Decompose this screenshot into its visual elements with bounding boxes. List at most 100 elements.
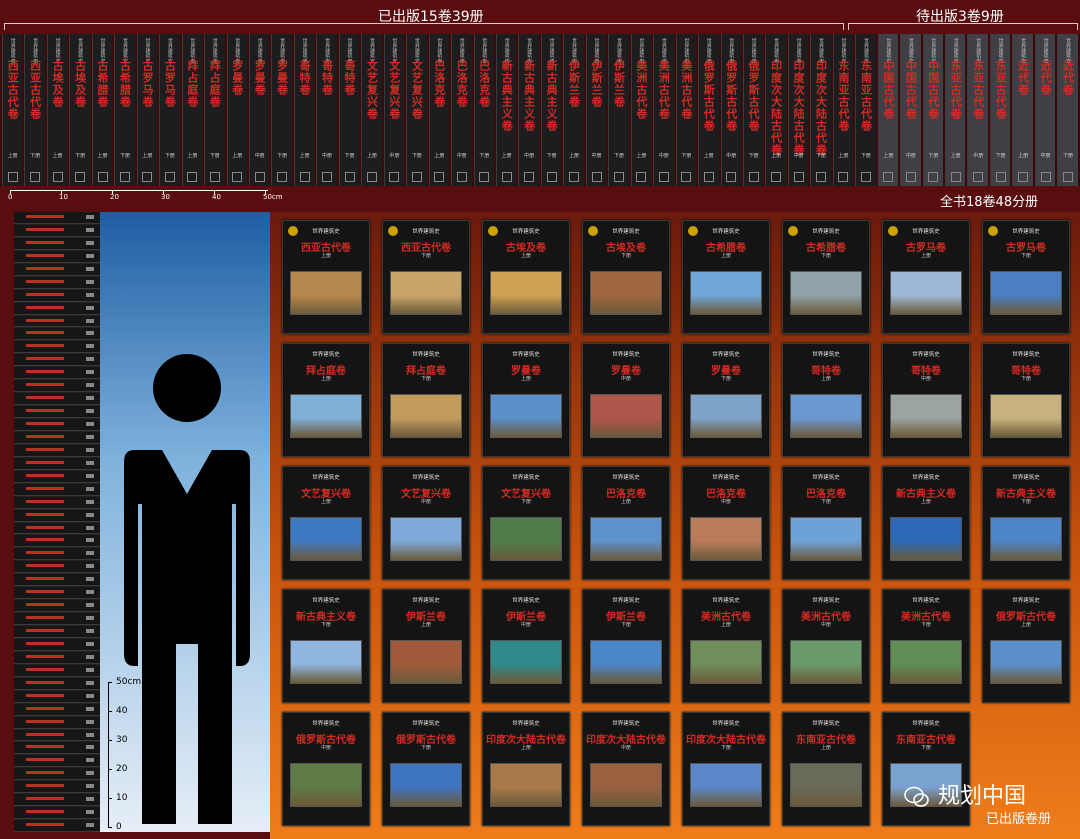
publisher-logo-icon <box>838 172 849 182</box>
building-photo <box>390 517 462 561</box>
building-photo <box>690 271 762 315</box>
stacked-book <box>14 496 100 509</box>
ruler-tick-label: 0 <box>8 193 13 201</box>
building-photo <box>890 640 962 684</box>
cover-volume: 中册 <box>920 376 931 382</box>
stacked-book <box>14 250 100 263</box>
book-spine: 世界建筑史 西亚古代卷 上册 <box>2 34 23 186</box>
cover-volume: 上册 <box>520 253 531 259</box>
building-photo <box>590 763 662 807</box>
publisher-logo-icon <box>905 172 916 182</box>
spine-volume: 上册 <box>232 153 243 159</box>
building-photo <box>490 640 562 684</box>
cover-series: 世界建筑史 <box>1012 598 1040 604</box>
spine-title: 古希腊卷 <box>96 60 110 108</box>
building-photo <box>390 763 462 807</box>
publisher-logo-icon <box>613 172 624 182</box>
spine-volume: 下册 <box>30 153 41 159</box>
cover-series: 世界建筑史 <box>512 598 540 604</box>
spine-title: 古埃及卷 <box>51 60 65 108</box>
book-spine: 世界建筑史 拜占庭卷 上册 <box>181 34 203 186</box>
spine-volume: 上册 <box>142 153 153 159</box>
stacked-book <box>14 677 100 690</box>
building-photo <box>290 517 362 561</box>
book-spine: 世界建筑史 文艺复兴卷 中册 <box>383 34 405 186</box>
stacked-book <box>14 690 100 703</box>
cover-volume: 上册 <box>420 622 431 628</box>
book-spine: 世界建筑史 东南亚古代卷 下册 <box>855 34 876 186</box>
book-spine: 世界建筑史 哥特卷 中册 <box>316 34 337 186</box>
publisher-logo-icon <box>793 172 804 182</box>
cover-series: 世界建筑史 <box>712 352 740 358</box>
cover-series: 世界建筑史 <box>912 475 940 481</box>
cover-series: 世界建筑史 <box>812 475 840 481</box>
spine-volume: 下册 <box>816 153 827 159</box>
spine-title: 俄罗斯古代卷 <box>702 60 716 132</box>
book-cover: 世界建筑史 文艺复兴卷 中册 <box>382 466 470 580</box>
spine-volume: 上册 <box>501 153 512 159</box>
building-photo <box>490 394 562 438</box>
spine-title: 巴洛克卷 <box>432 60 446 108</box>
cover-volume: 下册 <box>520 499 531 505</box>
building-photo <box>690 517 762 561</box>
watermark: 规划中国 已出版卷册 <box>904 776 1074 832</box>
spine-title: 东南亚古代卷 <box>836 60 850 132</box>
spine-volume: 下册 <box>119 153 130 159</box>
publisher-logo-icon <box>411 172 422 182</box>
spine-title: 美洲古代卷 <box>679 60 693 120</box>
height-tick-label: 10 <box>116 793 128 803</box>
cover-series: 世界建筑史 <box>712 598 740 604</box>
spine-volume: 中册 <box>254 153 265 159</box>
watermark-brand: 规划中国 <box>938 784 1027 809</box>
building-photo <box>790 640 862 684</box>
book-cover: 世界建筑史 古埃及卷 上册 <box>482 220 570 334</box>
cover-series: 世界建筑史 <box>812 721 840 727</box>
spine-volume: 中册 <box>524 153 535 159</box>
book-spine: 世界建筑史 俄罗斯古代卷 中册 <box>720 34 741 186</box>
building-photo <box>290 640 362 684</box>
book-spine: 世界建筑史 新古典主义卷 上册 <box>495 34 517 186</box>
building-photo <box>790 271 862 315</box>
spine-volume: 中册 <box>905 153 916 159</box>
publisher-logo-icon <box>748 172 759 182</box>
book-spine: 世界建筑史 俄罗斯古代卷 上册 <box>698 34 719 186</box>
book-cover: 世界建筑史 哥特卷 中册 <box>882 343 970 457</box>
book-cover: 世界建筑史 拜占庭卷 下册 <box>382 343 470 457</box>
cover-series: 世界建筑史 <box>912 598 940 604</box>
stacked-book <box>14 509 100 522</box>
stacked-book <box>14 393 100 406</box>
spine-title: 拜占庭卷 <box>185 60 199 108</box>
publisher-logo-icon <box>187 172 198 182</box>
book-spine: 世界建筑史 俄罗斯古代卷 下册 <box>742 34 764 186</box>
cover-volume: 下册 <box>820 499 831 505</box>
publisher-logo-icon <box>119 172 130 182</box>
book-spine: 世界建筑史 美洲古代卷 上册 <box>630 34 652 186</box>
spine-volume: 上册 <box>299 153 310 159</box>
building-photo <box>390 271 462 315</box>
book-spine: 世界建筑史 罗曼卷 上册 <box>226 34 247 186</box>
ruler-tick-label: 40 <box>212 193 221 201</box>
stacked-book <box>14 444 100 457</box>
building-photo <box>790 763 862 807</box>
height-tick-label: 30 <box>116 735 128 745</box>
height-tick-label: 0 <box>116 822 122 832</box>
height-tick <box>108 827 112 828</box>
stacked-book <box>14 729 100 742</box>
spine-title: 西亚古代卷 <box>28 60 42 120</box>
publisher-logo-icon <box>681 172 692 182</box>
spine-volume: 下册 <box>1063 153 1074 159</box>
book-spine: 世界建筑史 拜占庭卷 下册 <box>204 34 225 186</box>
spine-title: 巴洛克卷 <box>455 60 469 108</box>
vertical-height-scale: 50cm 40 30 20 10 0 <box>108 677 144 832</box>
spine-volume: 中册 <box>658 153 669 159</box>
stacked-book <box>14 302 100 315</box>
spine-title: 新古典主义卷 <box>522 60 536 132</box>
building-photo <box>490 271 562 315</box>
spine-volume: 下册 <box>546 153 557 159</box>
building-photo <box>790 394 862 438</box>
spine-volume: 中册 <box>322 153 333 159</box>
spine-title: 文艺复兴卷 <box>410 60 424 120</box>
publisher-logo-icon <box>254 172 265 182</box>
book-spine: 世界建筑史 伊斯兰卷 上册 <box>563 34 584 186</box>
book-cover: 世界建筑史 古罗马卷 下册 <box>982 220 1070 334</box>
